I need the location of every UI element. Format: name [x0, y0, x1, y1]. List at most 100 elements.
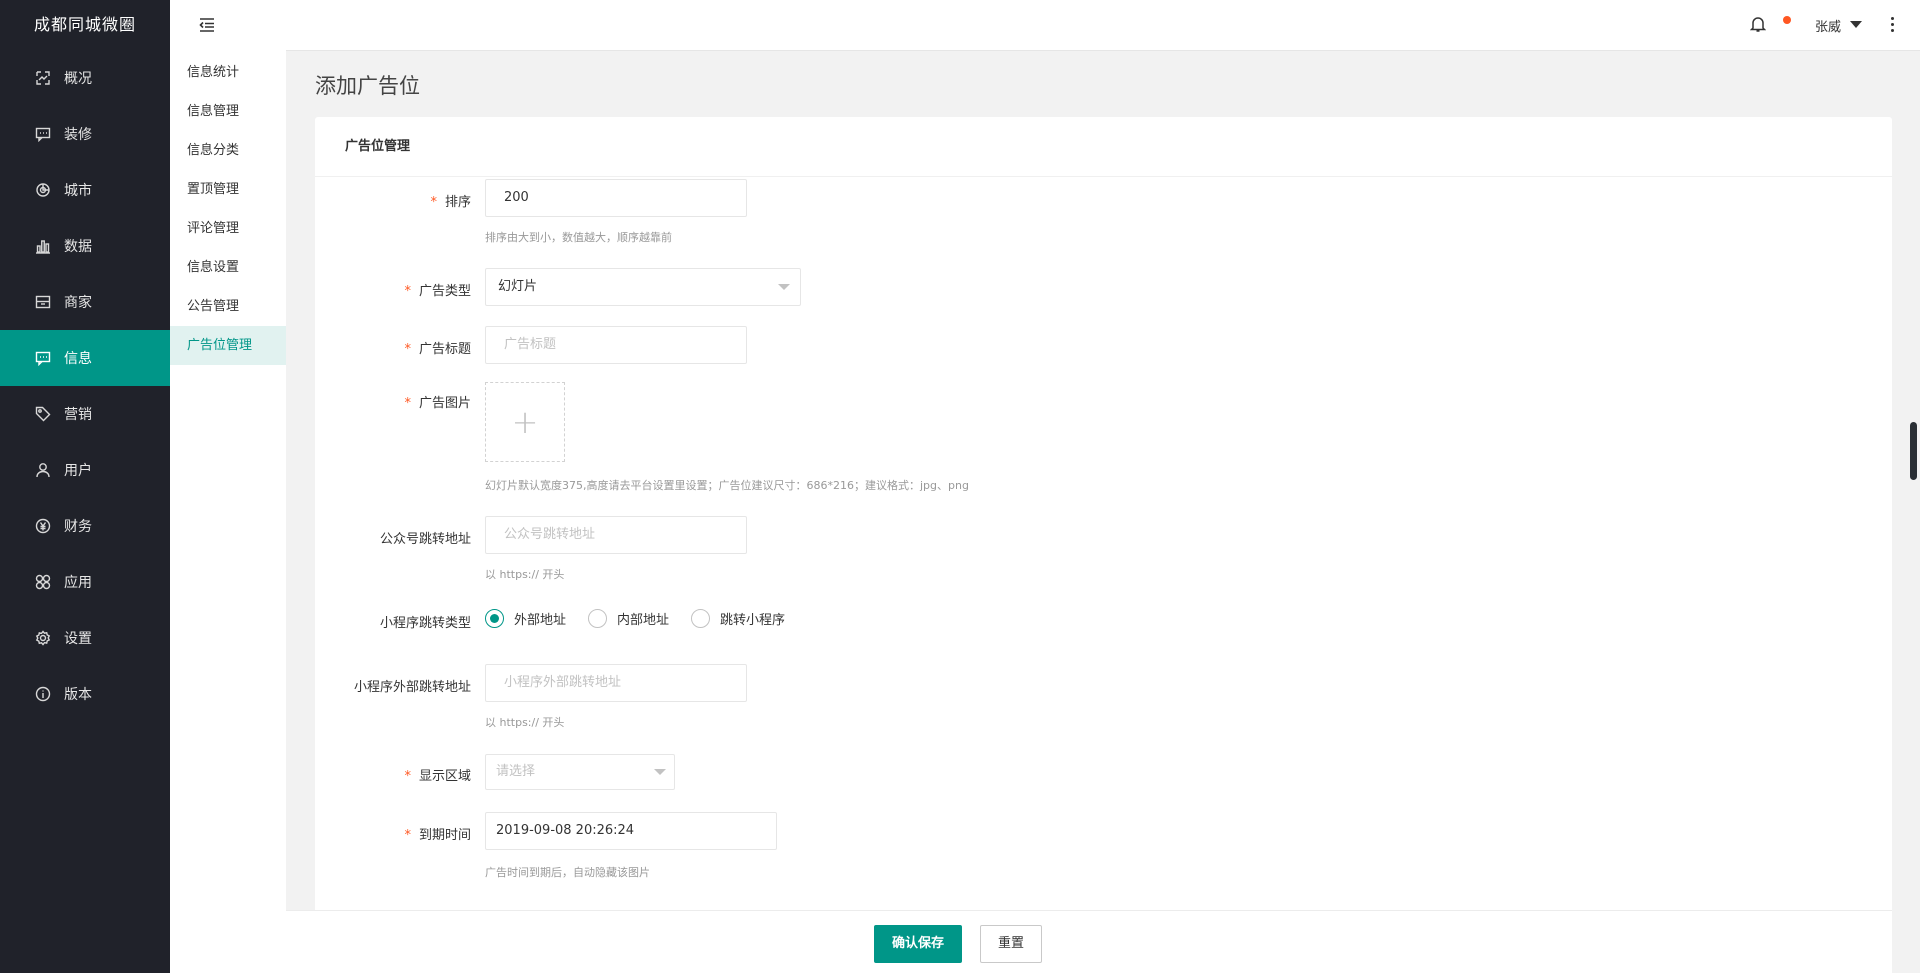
submenu-item-pin-manage[interactable]: 置顶管理 [170, 170, 286, 209]
mini-url-input[interactable]: 小程序外部跳转地址 [485, 664, 747, 702]
sort-label: * 排序 [430, 195, 471, 210]
expire-input[interactable]: 2019-09-08 20:26:24 [485, 812, 777, 850]
sidebar-item-label: 财务 [64, 519, 92, 535]
area-select[interactable]: 请选择 [485, 754, 675, 790]
notification-dot [1783, 16, 1791, 24]
image-upload-button[interactable]: + [485, 382, 565, 462]
plus-icon: + [511, 403, 539, 441]
submenu-item-ad-manage[interactable]: 广告位管理 [170, 326, 286, 365]
scrollbar-thumb[interactable] [1910, 422, 1917, 480]
dashboard-icon [34, 69, 52, 87]
brand-title: 成都同城微圈 [33, 15, 136, 34]
mp-url-label: 公众号跳转地址 [379, 532, 471, 547]
info-icon [34, 685, 52, 703]
sidebar-item-settings[interactable]: 设置 [0, 610, 170, 666]
yen-icon [34, 517, 52, 535]
save-button[interactable]: 确认保存 [874, 925, 963, 963]
reset-button[interactable]: 重置 [980, 925, 1043, 963]
jump-type-radio-group: 外部地址 内部地址 跳转小程序 [485, 609, 807, 628]
sidebar-item-finance[interactable]: 财务 [0, 498, 170, 554]
chevron-down-icon [778, 284, 790, 290]
chevron-down-icon [654, 769, 666, 775]
user-icon [34, 461, 52, 479]
ad-type-label: * 广告类型 [404, 284, 471, 299]
sidebar-item-marketing[interactable]: 营销 [0, 386, 170, 442]
ad-title-label: * 广告标题 [404, 342, 471, 357]
sidebar-item-label: 信息 [64, 351, 92, 367]
sidebar-item-label: 数据 [64, 239, 92, 255]
submenu-item-info-settings[interactable]: 信息设置 [170, 248, 286, 287]
submenu-item-info-category[interactable]: 信息分类 [170, 131, 286, 170]
sidebar-item-label: 版本 [64, 687, 92, 703]
sidebar-item-label: 商家 [64, 295, 92, 311]
radio-mini-program[interactable]: 跳转小程序 [691, 609, 785, 628]
mp-url-input[interactable]: 公众号跳转地址 [485, 516, 747, 554]
sidebar-item-user[interactable]: 用户 [0, 442, 170, 498]
expire-label: * 到期时间 [404, 828, 471, 843]
gear-icon [34, 629, 52, 647]
sidebar-item-label: 用户 [64, 463, 92, 479]
pie-icon [34, 181, 52, 199]
submenu-item-info-stats[interactable]: 信息统计 [170, 53, 286, 92]
required-mark: * [404, 769, 411, 784]
sidebar-item-label: 应用 [64, 575, 92, 591]
scrollbar[interactable] [1908, 51, 1920, 973]
sidebar-item-apps[interactable]: 应用 [0, 554, 170, 610]
jump-type-label: 小程序跳转类型 [379, 616, 471, 631]
bell-icon[interactable] [1749, 15, 1770, 35]
required-mark: * [404, 396, 411, 411]
more-vertical-icon[interactable] [1888, 16, 1896, 34]
ad-image-label: * 广告图片 [404, 396, 471, 411]
sidebar-item-decoration[interactable]: 装修 [0, 106, 170, 162]
sidebar-item-merchant[interactable]: 商家 [0, 274, 170, 330]
bar-chart-icon [34, 237, 52, 255]
form-card: 广告位管理 * 排序 200 排序由大到小，数值越大，顺序越靠前 * 广告类型 幻灯… [315, 117, 1892, 923]
tag-icon [34, 405, 52, 423]
required-mark: * [430, 195, 437, 210]
sidebar-item-version[interactable]: 版本 [0, 666, 170, 722]
required-mark: * [404, 828, 411, 843]
expire-hint: 广告时间到期后，自动隐藏该图片 [485, 866, 650, 879]
ad-title-input[interactable]: 广告标题 [485, 326, 747, 364]
radio-external[interactable]: 外部地址 [485, 609, 566, 628]
submenu-item-info-manage[interactable]: 信息管理 [170, 92, 286, 131]
top-header: 张威 [170, 0, 1920, 51]
message-icon [34, 349, 52, 367]
mini-url-label: 小程序外部跳转地址 [353, 680, 471, 695]
sub-menu: 信息统计 信息管理 信息分类 置顶管理 评论管理 信息设置 公告管理 广告位管理 [170, 50, 286, 973]
sidebar-item-label: 装修 [64, 127, 92, 143]
page-title: 添加广告位 [315, 74, 420, 98]
sort-hint: 排序由大到小，数值越大，顺序越靠前 [485, 231, 672, 244]
sidebar-item-overview[interactable]: 概况 [0, 50, 170, 106]
main-sidebar: 成都同城微圈 概况 装修 城市 数据 商家 信息 营销 用户 财务 应用 设置 … [0, 0, 170, 973]
ad-image-hint: 幻灯片默认宽度375,高度请去平台设置里设置；广告位建议尺寸：686*216；建… [485, 479, 969, 492]
required-mark: * [404, 284, 411, 299]
apps-icon [34, 573, 52, 591]
card-title: 广告位管理 [315, 117, 1892, 177]
submenu-item-comment-manage[interactable]: 评论管理 [170, 209, 286, 248]
sidebar-item-label: 设置 [64, 631, 92, 647]
mp-url-hint: 以 https:// 开头 [485, 568, 565, 581]
mini-url-hint: 以 https:// 开头 [485, 716, 565, 729]
ad-type-select[interactable]: 幻灯片 [485, 268, 801, 306]
sidebar-item-city[interactable]: 城市 [0, 162, 170, 218]
sidebar-item-label: 城市 [64, 183, 92, 199]
radio-unchecked-icon [691, 609, 711, 628]
submenu-item-notice-manage[interactable]: 公告管理 [170, 287, 286, 326]
chat-icon [34, 125, 52, 143]
user-name[interactable]: 张威 [1815, 16, 1841, 35]
store-icon [34, 293, 52, 311]
caret-down-icon[interactable] [1850, 21, 1862, 28]
action-bar: 确认保存 重置 [286, 910, 1892, 973]
sidebar-item-info[interactable]: 信息 [0, 330, 170, 386]
sidebar-item-data[interactable]: 数据 [0, 218, 170, 274]
menu-collapse-icon[interactable] [198, 16, 216, 34]
radio-internal[interactable]: 内部地址 [588, 609, 669, 628]
sort-input[interactable]: 200 [485, 179, 747, 217]
required-mark: * [404, 342, 411, 357]
radio-unchecked-icon [588, 609, 608, 628]
sidebar-item-label: 营销 [64, 407, 92, 423]
sidebar-item-label: 概况 [64, 71, 92, 87]
area-label: * 显示区域 [404, 769, 471, 784]
radio-checked-icon [485, 609, 504, 628]
